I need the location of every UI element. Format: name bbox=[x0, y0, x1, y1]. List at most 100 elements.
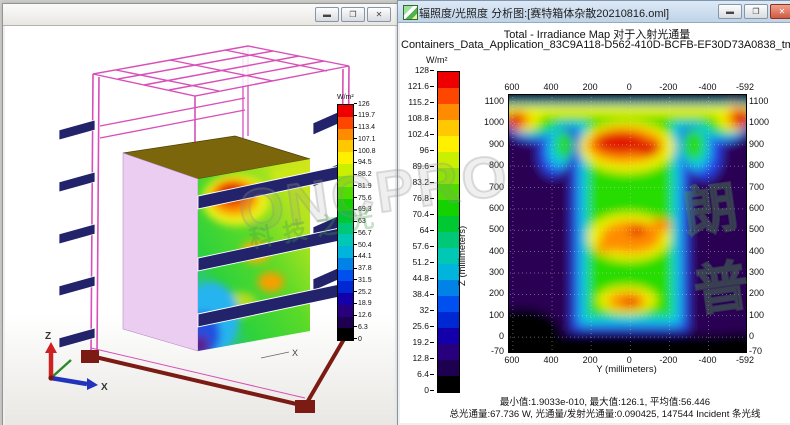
tick-label: 50.4 bbox=[354, 242, 372, 249]
tick-label: 400 bbox=[534, 82, 568, 92]
colorbar-band bbox=[338, 281, 353, 293]
triad-origin bbox=[48, 375, 53, 380]
tick-label: 600 bbox=[495, 355, 529, 365]
colorbar-band bbox=[438, 136, 459, 152]
tick-label: 400 bbox=[749, 246, 781, 256]
colorbar-band bbox=[338, 223, 353, 235]
map-window-title: 辐照度/光照度 分析图:[赛特箱体杂散20210816.oml] bbox=[419, 5, 669, 21]
colorbar-band bbox=[338, 105, 353, 117]
tick-label: 0 bbox=[354, 336, 362, 343]
colorbar-band bbox=[338, 176, 353, 188]
colorbar-band bbox=[438, 168, 459, 184]
tick-label: 113.4 bbox=[354, 124, 375, 131]
tick-label: 700 bbox=[749, 182, 781, 192]
map-colorbar-labels: 128121.6115.2108.8102.49689.683.276.870.… bbox=[406, 53, 436, 413]
tick-label: -70 bbox=[472, 346, 504, 356]
irradiance-map-canvas[interactable]: Total - Irradiance Map 对于入射光通量 Container… bbox=[400, 23, 790, 423]
heatmap-plot[interactable] bbox=[508, 94, 747, 353]
tick-label: 0 bbox=[472, 331, 504, 341]
tick-label: 88.2 bbox=[354, 171, 372, 178]
tick-label: 57.6 bbox=[406, 242, 434, 251]
colorbar-band bbox=[338, 305, 353, 317]
tick-label: 126 bbox=[354, 101, 370, 108]
close-button[interactable]: ✕ bbox=[770, 4, 790, 19]
model-colorbar: W/m² 126119.7113.4107.1100.894.588.281.9… bbox=[333, 96, 395, 366]
tick-label: -200 bbox=[651, 355, 685, 365]
colorbar-band bbox=[338, 164, 353, 176]
colorbar-band bbox=[438, 296, 459, 312]
tick-label: 44.1 bbox=[354, 253, 372, 260]
tick-label: 500 bbox=[472, 224, 504, 234]
tick-label: 12.6 bbox=[354, 312, 372, 319]
tick-label: 107.1 bbox=[354, 136, 376, 143]
colorbar-band bbox=[438, 328, 459, 344]
tick-label: 1100 bbox=[749, 96, 781, 106]
restore-button[interactable]: ❐ bbox=[744, 4, 768, 19]
colorbar-band bbox=[438, 72, 459, 88]
tick-label: 38.4 bbox=[406, 290, 434, 299]
tick-label: 69.3 bbox=[354, 206, 372, 213]
tick-label: 600 bbox=[495, 82, 529, 92]
tick-label: 600 bbox=[749, 203, 781, 213]
map-window-titlebar[interactable]: 辐照度/光照度 分析图:[赛特箱体杂散20210816.oml] ▬ ❐ ✕ bbox=[398, 1, 790, 23]
tick-label: 200 bbox=[573, 355, 607, 365]
tick-label: 121.6 bbox=[406, 82, 434, 91]
tick-label: 700 bbox=[472, 182, 504, 192]
tick-label: 102.4 bbox=[406, 130, 434, 139]
tick-label: 800 bbox=[749, 160, 781, 170]
colorbar-band bbox=[438, 88, 459, 104]
colorbar-band bbox=[338, 234, 353, 246]
tick-label: 100 bbox=[472, 310, 504, 320]
tick-label: 800 bbox=[472, 160, 504, 170]
model-window-titlebar[interactable]: ▬ ❐ ✕ bbox=[3, 4, 397, 26]
tick-label: 25.2 bbox=[354, 289, 372, 296]
x-axis-title: Y (millimeters) bbox=[508, 364, 745, 375]
tick-label: 75.6 bbox=[354, 195, 372, 202]
x-axis-arrow bbox=[51, 378, 87, 384]
tick-label: 51.2 bbox=[406, 258, 434, 267]
tick-label: 128 bbox=[406, 66, 434, 75]
irradiance-map-icon bbox=[403, 5, 418, 20]
colorbar-band bbox=[338, 328, 353, 340]
tick-label: 83.2 bbox=[406, 178, 434, 187]
colorbar-band bbox=[438, 232, 459, 248]
z-axis-title: Z (millimeters) bbox=[457, 226, 468, 286]
tick-label: 300 bbox=[749, 267, 781, 277]
colorbar-band bbox=[338, 117, 353, 129]
colorbar-band bbox=[338, 258, 353, 270]
model-colorbar-unit: W/m² bbox=[337, 94, 354, 101]
tick-label: 0 bbox=[406, 386, 434, 395]
colorbar-band bbox=[338, 199, 353, 211]
desktop: ▬ ❐ ✕ bbox=[0, 0, 790, 425]
tick-label: 70.4 bbox=[406, 210, 434, 219]
colorbar-band bbox=[438, 120, 459, 136]
colorbar-band bbox=[338, 140, 353, 152]
colorbar-band bbox=[338, 211, 353, 223]
restore-button[interactable]: ❐ bbox=[341, 7, 365, 22]
tick-label: 200 bbox=[472, 288, 504, 298]
tick-label: 96 bbox=[406, 146, 434, 155]
tick-label: -400 bbox=[691, 82, 725, 92]
tick-label: 89.6 bbox=[406, 162, 434, 171]
tick-label: 44.8 bbox=[406, 274, 434, 283]
minimize-button[interactable]: ▬ bbox=[315, 7, 339, 22]
tick-label: 600 bbox=[472, 203, 504, 213]
tick-label: 76.8 bbox=[406, 194, 434, 203]
colorbar-band bbox=[438, 200, 459, 216]
colorbar-band bbox=[438, 184, 459, 200]
map-subtitle: Containers_Data_Application_83C9A118-D56… bbox=[401, 39, 790, 51]
tick-label: 1000 bbox=[472, 117, 504, 127]
minimize-button[interactable]: ▬ bbox=[718, 4, 742, 19]
tick-label: 400 bbox=[472, 246, 504, 256]
x-axis-arrowhead bbox=[87, 378, 98, 390]
x-axis-label: X bbox=[101, 382, 108, 393]
model-colorbar-bands bbox=[337, 104, 354, 341]
close-button[interactable]: ✕ bbox=[367, 7, 391, 22]
tick-label: 81.9 bbox=[354, 183, 372, 190]
tick-label: 400 bbox=[534, 355, 568, 365]
tick-label: -200 bbox=[651, 82, 685, 92]
model-view-canvas[interactable]: X Z X W/m² 126119.7113.4107.1100.894.58 bbox=[5, 26, 395, 425]
tick-label: 300 bbox=[472, 267, 504, 277]
tick-label: 100 bbox=[749, 310, 781, 320]
irradiance-map-window: 辐照度/光照度 分析图:[赛特箱体杂散20210816.oml] ▬ ❐ ✕ T… bbox=[397, 0, 790, 425]
